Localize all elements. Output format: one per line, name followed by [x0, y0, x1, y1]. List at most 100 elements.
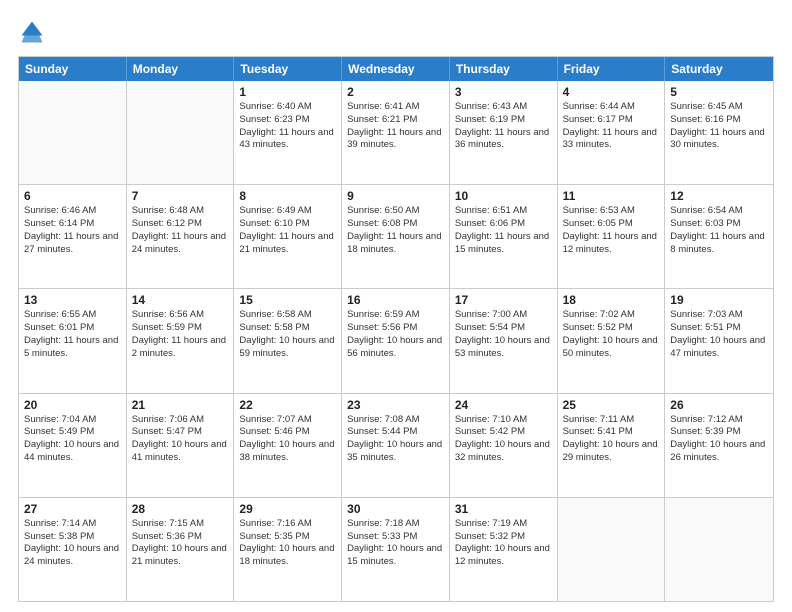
- day-number: 7: [132, 189, 229, 203]
- calendar-body: 1Sunrise: 6:40 AM Sunset: 6:23 PM Daylig…: [19, 81, 773, 601]
- day-number: 29: [239, 502, 336, 516]
- day-info: Sunrise: 6:49 AM Sunset: 6:10 PM Dayligh…: [239, 205, 336, 256]
- day-header-friday: Friday: [558, 57, 666, 81]
- calendar: SundayMondayTuesdayWednesdayThursdayFrid…: [18, 56, 774, 602]
- day-info: Sunrise: 7:03 AM Sunset: 5:51 PM Dayligh…: [670, 309, 768, 360]
- header: [18, 18, 774, 46]
- calendar-day-29: 29Sunrise: 7:16 AM Sunset: 5:35 PM Dayli…: [234, 498, 342, 601]
- calendar-week-2: 6 Sunrise: 6:46 AM Sunset: 6:14 PM Daylig…: [19, 184, 773, 288]
- day-info: Sunrise: 6:41 AM Sunset: 6:21 PM Dayligh…: [347, 101, 444, 152]
- calendar-day-28: 28 Sunrise: 7:15 AM Sunset: 5:36 PM Dayli…: [127, 498, 235, 601]
- day-header-sunday: Sunday: [19, 57, 127, 81]
- day-number: 17: [455, 293, 552, 307]
- day-info: Sunrise: 6:45 AM Sunset: 6:16 PM Dayligh…: [670, 101, 768, 152]
- day-number: 5: [670, 85, 768, 99]
- calendar-day-31: 31 Sunrise: 7:19 AM Sunset: 5:32 PM Dayli…: [450, 498, 558, 601]
- calendar-day-15: 15 Sunrise: 6:58 AM Sunset: 5:58 PM Dayli…: [234, 289, 342, 392]
- day-number: 6: [24, 189, 121, 203]
- calendar-day-8: 8Sunrise: 6:49 AM Sunset: 6:10 PM Daylig…: [234, 185, 342, 288]
- calendar-day-20: 20Sunrise: 7:04 AM Sunset: 5:49 PM Dayli…: [19, 394, 127, 497]
- calendar-day-14: 14 Sunrise: 6:56 AM Sunset: 5:59 PM Dayli…: [127, 289, 235, 392]
- day-info: Sunrise: 7:15 AM Sunset: 5:36 PM Dayligh…: [132, 518, 229, 569]
- day-info: Sunrise: 7:10 AM Sunset: 5:42 PM Dayligh…: [455, 414, 552, 465]
- day-info: Sunrise: 7:06 AM Sunset: 5:47 PM Dayligh…: [132, 414, 229, 465]
- day-number: 28: [132, 502, 229, 516]
- day-info: Sunrise: 6:50 AM Sunset: 6:08 PM Dayligh…: [347, 205, 444, 256]
- calendar-day-30: 30 Sunrise: 7:18 AM Sunset: 5:33 PM Dayli…: [342, 498, 450, 601]
- day-number: 4: [563, 85, 660, 99]
- day-info: Sunrise: 6:40 AM Sunset: 6:23 PM Dayligh…: [239, 101, 336, 152]
- day-header-saturday: Saturday: [665, 57, 773, 81]
- calendar-day-18: 18Sunrise: 7:02 AM Sunset: 5:52 PM Dayli…: [558, 289, 666, 392]
- calendar-day-13: 13Sunrise: 6:55 AM Sunset: 6:01 PM Dayli…: [19, 289, 127, 392]
- day-info: Sunrise: 7:07 AM Sunset: 5:46 PM Dayligh…: [239, 414, 336, 465]
- day-info: Sunrise: 7:11 AM Sunset: 5:41 PM Dayligh…: [563, 414, 660, 465]
- day-number: 31: [455, 502, 552, 516]
- day-number: 24: [455, 398, 552, 412]
- day-info: Sunrise: 6:59 AM Sunset: 5:56 PM Dayligh…: [347, 309, 444, 360]
- day-info: Sunrise: 7:12 AM Sunset: 5:39 PM Dayligh…: [670, 414, 768, 465]
- calendar-day-9: 9 Sunrise: 6:50 AM Sunset: 6:08 PM Daylig…: [342, 185, 450, 288]
- calendar-header-row: SundayMondayTuesdayWednesdayThursdayFrid…: [19, 57, 773, 81]
- logo: [18, 18, 50, 46]
- day-number: 15: [239, 293, 336, 307]
- calendar-day-25: 25 Sunrise: 7:11 AM Sunset: 5:41 PM Dayli…: [558, 394, 666, 497]
- day-number: 20: [24, 398, 121, 412]
- calendar-day-26: 26 Sunrise: 7:12 AM Sunset: 5:39 PM Dayli…: [665, 394, 773, 497]
- day-number: 19: [670, 293, 768, 307]
- day-header-tuesday: Tuesday: [234, 57, 342, 81]
- day-number: 11: [563, 189, 660, 203]
- day-number: 2: [347, 85, 444, 99]
- day-number: 14: [132, 293, 229, 307]
- day-info: Sunrise: 6:48 AM Sunset: 6:12 PM Dayligh…: [132, 205, 229, 256]
- day-info: Sunrise: 7:19 AM Sunset: 5:32 PM Dayligh…: [455, 518, 552, 569]
- calendar-day-11: 11 Sunrise: 6:53 AM Sunset: 6:05 PM Dayli…: [558, 185, 666, 288]
- calendar-day-19: 19 Sunrise: 7:03 AM Sunset: 5:51 PM Dayli…: [665, 289, 773, 392]
- calendar-week-1: 1Sunrise: 6:40 AM Sunset: 6:23 PM Daylig…: [19, 81, 773, 184]
- day-info: Sunrise: 7:00 AM Sunset: 5:54 PM Dayligh…: [455, 309, 552, 360]
- calendar-empty-cell: [558, 498, 666, 601]
- day-number: 30: [347, 502, 444, 516]
- calendar-week-5: 27Sunrise: 7:14 AM Sunset: 5:38 PM Dayli…: [19, 497, 773, 601]
- day-number: 3: [455, 85, 552, 99]
- day-number: 25: [563, 398, 660, 412]
- calendar-day-22: 22 Sunrise: 7:07 AM Sunset: 5:46 PM Dayli…: [234, 394, 342, 497]
- day-info: Sunrise: 6:43 AM Sunset: 6:19 PM Dayligh…: [455, 101, 552, 152]
- day-number: 23: [347, 398, 444, 412]
- day-info: Sunrise: 7:18 AM Sunset: 5:33 PM Dayligh…: [347, 518, 444, 569]
- day-info: Sunrise: 6:54 AM Sunset: 6:03 PM Dayligh…: [670, 205, 768, 256]
- day-number: 13: [24, 293, 121, 307]
- day-info: Sunrise: 6:56 AM Sunset: 5:59 PM Dayligh…: [132, 309, 229, 360]
- day-number: 10: [455, 189, 552, 203]
- calendar-day-21: 21Sunrise: 7:06 AM Sunset: 5:47 PM Dayli…: [127, 394, 235, 497]
- calendar-day-6: 6 Sunrise: 6:46 AM Sunset: 6:14 PM Daylig…: [19, 185, 127, 288]
- calendar-day-5: 5 Sunrise: 6:45 AM Sunset: 6:16 PM Daylig…: [665, 81, 773, 184]
- day-number: 26: [670, 398, 768, 412]
- day-number: 18: [563, 293, 660, 307]
- calendar-week-4: 20Sunrise: 7:04 AM Sunset: 5:49 PM Dayli…: [19, 393, 773, 497]
- calendar-empty-cell: [19, 81, 127, 184]
- day-number: 27: [24, 502, 121, 516]
- calendar-day-7: 7 Sunrise: 6:48 AM Sunset: 6:12 PM Daylig…: [127, 185, 235, 288]
- calendar-day-2: 2 Sunrise: 6:41 AM Sunset: 6:21 PM Daylig…: [342, 81, 450, 184]
- day-header-monday: Monday: [127, 57, 235, 81]
- calendar-day-10: 10 Sunrise: 6:51 AM Sunset: 6:06 PM Dayli…: [450, 185, 558, 288]
- day-number: 16: [347, 293, 444, 307]
- day-header-wednesday: Wednesday: [342, 57, 450, 81]
- day-info: Sunrise: 6:53 AM Sunset: 6:05 PM Dayligh…: [563, 205, 660, 256]
- day-number: 9: [347, 189, 444, 203]
- calendar-day-3: 3 Sunrise: 6:43 AM Sunset: 6:19 PM Daylig…: [450, 81, 558, 184]
- calendar-day-12: 12Sunrise: 6:54 AM Sunset: 6:03 PM Dayli…: [665, 185, 773, 288]
- logo-icon: [18, 18, 46, 46]
- day-info: Sunrise: 6:51 AM Sunset: 6:06 PM Dayligh…: [455, 205, 552, 256]
- calendar-day-16: 16 Sunrise: 6:59 AM Sunset: 5:56 PM Dayli…: [342, 289, 450, 392]
- day-header-thursday: Thursday: [450, 57, 558, 81]
- calendar-day-17: 17 Sunrise: 7:00 AM Sunset: 5:54 PM Dayli…: [450, 289, 558, 392]
- calendar-empty-cell: [665, 498, 773, 601]
- day-number: 22: [239, 398, 336, 412]
- day-info: Sunrise: 6:46 AM Sunset: 6:14 PM Dayligh…: [24, 205, 121, 256]
- page: SundayMondayTuesdayWednesdayThursdayFrid…: [0, 0, 792, 612]
- calendar-empty-cell: [127, 81, 235, 184]
- day-info: Sunrise: 6:58 AM Sunset: 5:58 PM Dayligh…: [239, 309, 336, 360]
- calendar-week-3: 13Sunrise: 6:55 AM Sunset: 6:01 PM Dayli…: [19, 288, 773, 392]
